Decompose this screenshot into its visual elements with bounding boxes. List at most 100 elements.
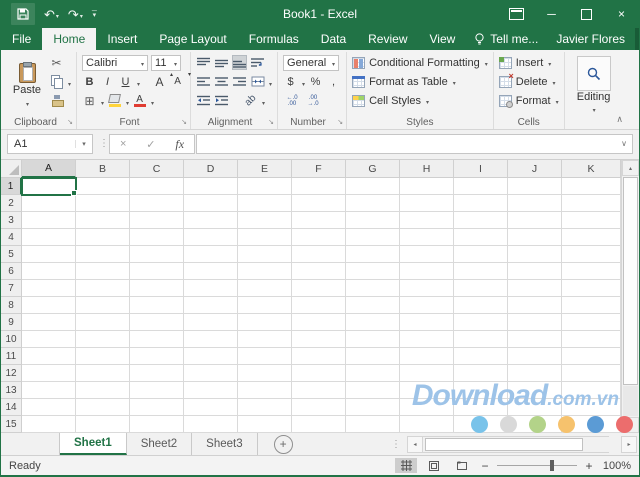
scroll-left-icon[interactable]: ◂ [407,435,423,453]
cell-B2[interactable] [76,195,130,212]
cell-E5[interactable] [238,246,292,263]
copy-button[interactable] [49,74,64,89]
cell-C14[interactable] [130,399,184,416]
cell-G11[interactable] [346,348,400,365]
cell-G3[interactable] [346,212,400,229]
cell-H1[interactable] [400,178,454,195]
dropdown-icon[interactable] [552,76,556,88]
zoom-level-label[interactable]: 100% [601,460,631,472]
format-painter-button[interactable] [49,93,64,108]
cell-A13[interactable] [22,382,76,399]
cell-C4[interactable] [130,229,184,246]
column-header-C[interactable]: C [130,160,184,178]
font-size-combo[interactable]: 11 [151,54,182,71]
cell-F1[interactable] [292,178,346,195]
orientation-button[interactable]: ab [243,93,259,109]
cell-J10[interactable] [508,331,562,348]
cell-A6[interactable] [22,263,76,280]
cell-F10[interactable] [292,331,346,348]
cell-H7[interactable] [400,280,454,297]
increase-indent-button[interactable] [214,93,229,108]
borders-button[interactable]: ⊞ [82,93,97,108]
accounting-dropdown-icon[interactable] [301,73,305,91]
cell-K4[interactable] [562,229,621,246]
cell-I12[interactable] [454,365,508,382]
save-icon[interactable] [11,3,35,25]
cell-I9[interactable] [454,314,508,331]
borders-dropdown-icon[interactable] [100,92,104,110]
cell-E3[interactable] [238,212,292,229]
row-header-11[interactable]: 11 [1,348,22,365]
format-as-table-button[interactable]: Format as Table [352,73,488,90]
font-size-dropdown-icon[interactable] [173,57,177,69]
cell-H2[interactable] [400,195,454,212]
collapse-ribbon-icon[interactable]: ∧ [616,114,623,125]
font-family-combo[interactable]: Calibri [82,54,149,71]
cell-H8[interactable] [400,297,454,314]
column-header-H[interactable]: H [400,160,454,178]
cell-F9[interactable] [292,314,346,331]
number-format-combo[interactable]: General [283,54,340,71]
row-header-6[interactable]: 6 [1,263,22,280]
sheet-tab-sheet2[interactable]: Sheet2 [127,433,193,455]
sheet-tab-sheet3[interactable]: Sheet3 [192,433,258,455]
bottom-align-button[interactable] [232,55,248,70]
cell-E13[interactable] [238,382,292,399]
cell-H4[interactable] [400,229,454,246]
cell-J1[interactable] [508,178,562,195]
cell-C15[interactable] [130,416,184,433]
cell-B13[interactable] [76,382,130,399]
conditional-formatting-button[interactable]: Conditional Formatting [352,54,488,71]
cancel-icon[interactable]: × [120,138,126,150]
cell-I8[interactable] [454,297,508,314]
cell-B14[interactable] [76,399,130,416]
cell-K11[interactable] [562,348,621,365]
cell-F2[interactable] [292,195,346,212]
dropdown-icon[interactable] [425,95,429,107]
insert-function-icon[interactable]: fx [175,137,184,152]
redo-dropdown-icon[interactable] [80,5,83,23]
cell-A3[interactable] [22,212,76,229]
cell-B6[interactable] [76,263,130,280]
vertical-scrollbar-thumb[interactable] [623,177,638,385]
cell-K6[interactable] [562,263,621,280]
column-header-K[interactable]: K [562,160,621,178]
align-right-button[interactable] [232,74,247,89]
cell-B12[interactable] [76,365,130,382]
cell-K5[interactable] [562,246,621,263]
cell-F15[interactable] [292,416,346,433]
ribbon-tab-file[interactable]: File [1,28,42,50]
paste-button[interactable]: Paste [8,54,46,115]
cell-E14[interactable] [238,399,292,416]
bold-button[interactable]: B [82,74,97,89]
percent-style-button[interactable]: % [308,74,323,89]
row-header-7[interactable]: 7 [1,280,22,297]
cell-A7[interactable] [22,280,76,297]
paste-dropdown-icon[interactable] [25,97,29,109]
cell-B1[interactable] [76,178,130,195]
font-color-dropdown-icon[interactable] [150,92,154,110]
cell-I5[interactable] [454,246,508,263]
cell-K9[interactable] [562,314,621,331]
cell-D15[interactable] [184,416,238,433]
ribbon-tab-review[interactable]: Review [357,28,418,50]
cell-C13[interactable] [130,382,184,399]
cell-E2[interactable] [238,195,292,212]
cell-I6[interactable] [454,263,508,280]
fill-color-dropdown-icon[interactable] [125,92,129,110]
cell-E8[interactable] [238,297,292,314]
accounting-format-button[interactable]: $ [283,74,298,89]
cell-J8[interactable] [508,297,562,314]
cell-E15[interactable] [238,416,292,433]
scroll-up-icon[interactable]: ▴ [622,160,639,176]
cell-G10[interactable] [346,331,400,348]
cell-I7[interactable] [454,280,508,297]
cell-H12[interactable] [400,365,454,382]
cell-J4[interactable] [508,229,562,246]
cell-A11[interactable] [22,348,76,365]
customize-qat-icon[interactable]: ─ ▾ [92,8,97,19]
ribbon-tab-page-layout[interactable]: Page Layout [148,28,237,50]
cell-D11[interactable] [184,348,238,365]
delete-button[interactable]: Delete [498,71,559,90]
cell-H9[interactable] [400,314,454,331]
